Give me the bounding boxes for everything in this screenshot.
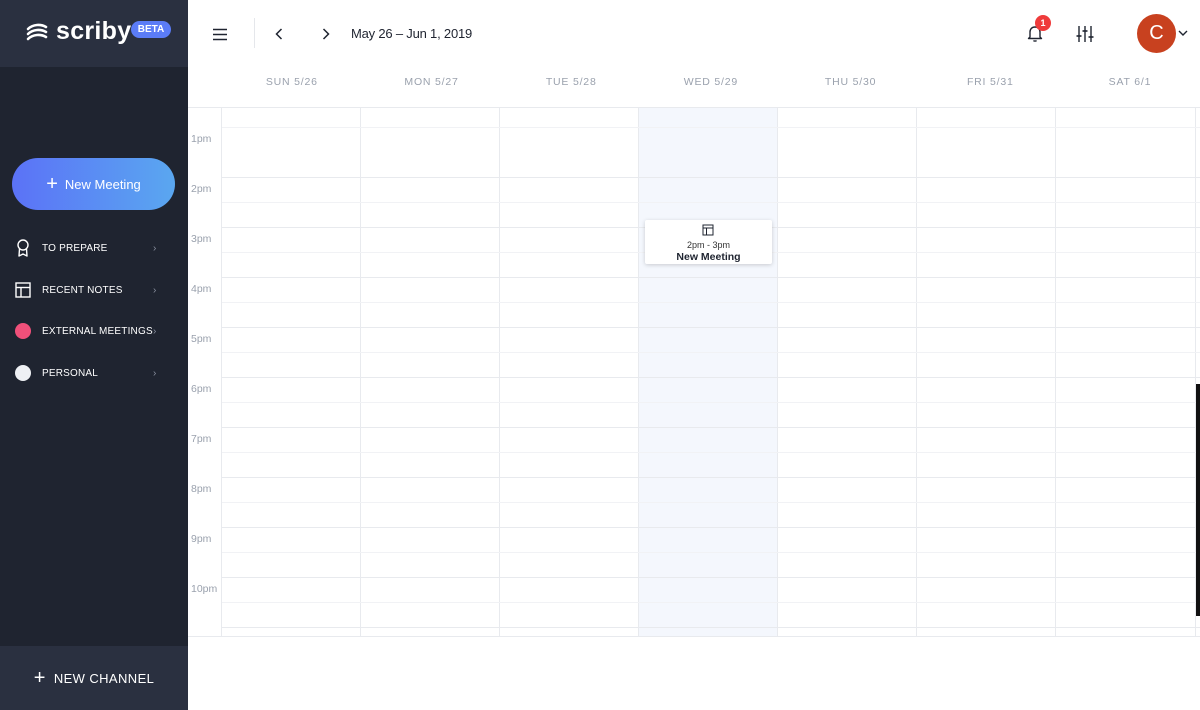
hour-line — [222, 277, 1200, 278]
hour-label: 4pm — [191, 283, 212, 295]
sliders-icon — [1076, 26, 1094, 42]
sidebar-item-label: PERSONAL — [42, 367, 99, 379]
hour-label: 3pm — [191, 233, 212, 245]
event-title: New Meeting — [676, 251, 741, 263]
calendar-event[interactable]: 2pm - 3pm New Meeting — [645, 220, 772, 264]
hour-label: 10pm — [191, 583, 218, 595]
hour-label: 9pm — [191, 533, 212, 545]
vertical-scrollbar[interactable] — [1196, 384, 1200, 616]
filter-settings-button[interactable] — [1074, 23, 1096, 45]
day-column-fri[interactable] — [917, 108, 1056, 637]
previous-week-button[interactable] — [270, 24, 288, 44]
sidebar-item-label: TO PREPARE — [42, 242, 108, 254]
day-header-thu: THU 5/30 — [824, 76, 877, 88]
hour-label: 6pm — [191, 383, 212, 395]
half-hour-line — [222, 127, 1200, 128]
new-channel-button[interactable]: + NEW CHANNEL — [0, 646, 188, 710]
half-hour-line — [222, 402, 1200, 403]
hour-line — [222, 377, 1200, 378]
sidebar-item-recent-notes[interactable]: RECENT NOTES › — [0, 275, 188, 305]
beta-badge: BETA — [131, 21, 171, 38]
hour-line — [222, 477, 1200, 478]
week-calendar: SUN 5/26 MON 5/27 TUE 5/28 WED 5/29 THU … — [188, 67, 1200, 637]
day-column-wed[interactable] — [639, 108, 778, 637]
layout-icon — [702, 224, 714, 236]
brand-header: scriby BETA — [0, 0, 188, 67]
half-hour-line — [222, 202, 1200, 203]
notification-count-badge: 1 — [1035, 15, 1051, 31]
half-hour-line — [222, 302, 1200, 303]
half-hour-line — [222, 502, 1200, 503]
event-time: 2pm - 3pm — [686, 240, 730, 250]
grid-bottom-line — [188, 636, 1200, 637]
day-headers: SUN 5/26 MON 5/27 TUE 5/28 WED 5/29 THU … — [222, 67, 1200, 107]
day-column-tue[interactable] — [500, 108, 639, 637]
top-bar: May 26 – Jun 1, 2019 1 C — [188, 0, 1200, 67]
hour-line — [222, 577, 1200, 578]
color-dot-icon — [14, 364, 32, 382]
calendar-grid: 1pm 2pm 3pm 4pm 5pm 6pm 7pm 8pm 9pm 10pm — [188, 107, 1200, 637]
hour-line — [222, 177, 1200, 178]
half-hour-line — [222, 452, 1200, 453]
day-header-wed: WED 5/29 — [683, 76, 739, 88]
avatar-initial: C — [1149, 22, 1164, 44]
hour-label: 1pm — [191, 133, 212, 145]
sidebar-item-personal[interactable]: PERSONAL › — [0, 358, 188, 388]
half-hour-line — [222, 352, 1200, 353]
day-column-mon[interactable] — [361, 108, 500, 637]
chevron-right-icon: › — [153, 367, 157, 379]
day-header-sat: SAT 6/1 — [1108, 76, 1152, 88]
hour-label: 5pm — [191, 333, 212, 345]
plus-icon: + — [33, 667, 46, 689]
day-column-thu[interactable] — [778, 108, 917, 637]
new-channel-label: NEW CHANNEL — [53, 670, 155, 686]
ribbon-icon — [14, 239, 32, 257]
chevron-left-icon — [275, 28, 283, 40]
half-hour-line — [222, 602, 1200, 603]
chevron-right-icon — [322, 28, 330, 40]
day-column-sun[interactable] — [222, 108, 361, 637]
day-column-sat[interactable] — [1056, 108, 1196, 637]
hour-line — [222, 427, 1200, 428]
hamburger-icon — [213, 28, 227, 40]
day-header-sun: SUN 5/26 — [265, 76, 318, 88]
new-meeting-label: New Meeting — [64, 176, 141, 192]
hour-label: 2pm — [191, 183, 212, 195]
chevron-down-icon[interactable] — [1177, 27, 1189, 39]
hour-label: 8pm — [191, 483, 212, 495]
hour-line — [222, 527, 1200, 528]
sidebar-item-external-meetings[interactable]: EXTERNAL MEETINGS › — [0, 316, 188, 346]
day-header-mon: MON 5/27 — [404, 76, 459, 88]
sidebar-item-to-prepare[interactable]: TO PREPARE › — [0, 233, 188, 263]
personal-dot — [15, 365, 31, 381]
hour-label: 7pm — [191, 433, 212, 445]
chevron-right-icon: › — [153, 284, 157, 296]
time-column: 1pm 2pm 3pm 4pm 5pm 6pm 7pm 8pm 9pm 10pm — [188, 108, 222, 637]
toolbar-divider — [254, 18, 255, 48]
external-meetings-dot — [15, 323, 31, 339]
hour-line — [222, 327, 1200, 328]
sidebar-item-label: RECENT NOTES — [42, 284, 123, 296]
layout-icon — [14, 281, 32, 299]
user-avatar[interactable]: C — [1137, 14, 1176, 53]
color-dot-icon — [14, 322, 32, 340]
chevron-right-icon: › — [153, 325, 157, 337]
day-header-fri: FRI 5/31 — [966, 76, 1014, 88]
day-header-tue: TUE 5/28 — [545, 76, 597, 88]
sidebar: scriby BETA + New Meeting TO PREPARE › R… — [0, 0, 188, 710]
date-range: May 26 – Jun 1, 2019 — [351, 26, 473, 41]
scriby-logo-icon — [26, 23, 48, 41]
hour-line — [222, 627, 1200, 628]
brand-name: scriby — [56, 17, 132, 45]
sidebar-item-label: EXTERNAL MEETINGS — [42, 325, 153, 337]
chevron-right-icon: › — [153, 242, 157, 254]
new-meeting-button[interactable]: + New Meeting — [12, 158, 175, 210]
plus-icon: + — [46, 173, 58, 195]
half-hour-line — [222, 552, 1200, 553]
menu-button[interactable] — [210, 24, 230, 44]
next-week-button[interactable] — [317, 24, 335, 44]
